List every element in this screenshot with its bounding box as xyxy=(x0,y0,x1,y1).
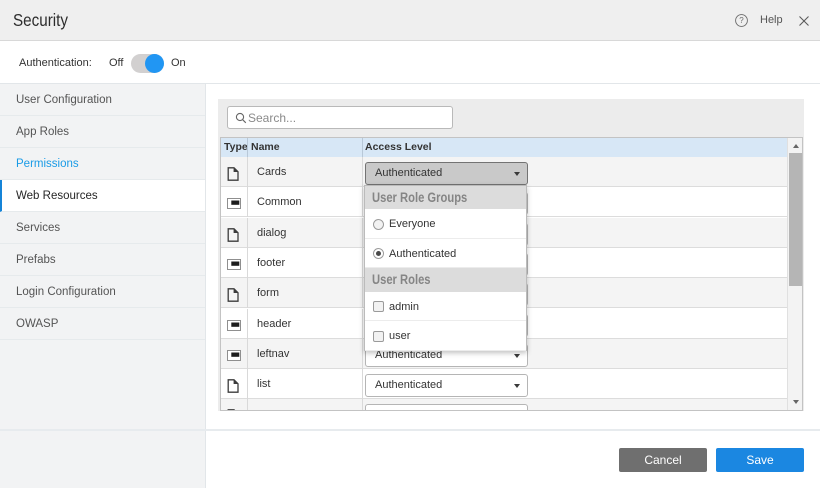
svg-text:?: ? xyxy=(739,16,744,25)
